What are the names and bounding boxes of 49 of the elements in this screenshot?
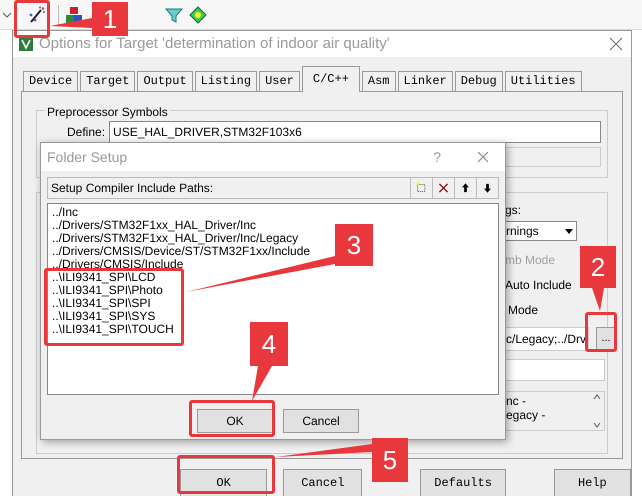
close-icon[interactable]: [477, 151, 489, 163]
path-item[interactable]: ../Drivers/CMSIS/Device/ST/STM32F1xx/Include: [52, 245, 310, 258]
path-item[interactable]: ../Drivers/STM32F1xx_HAL_Driver/Inc: [52, 219, 256, 232]
path-item[interactable]: ..\ILI9341_SPI\LCD: [52, 271, 156, 284]
path-item[interactable]: ..\ILI9341_SPI\SPI: [52, 297, 151, 310]
funnel-icon[interactable]: [165, 6, 183, 24]
dialog-button[interactable]: Cancel: [283, 409, 359, 433]
misc-controls-field[interactable]: [505, 358, 605, 381]
header-label: Setup Compiler Include Paths:: [51, 180, 214, 197]
define-field[interactable]: USE_HAL_DRIVER,STM32F103x6: [109, 120, 601, 143]
thumb-mode-label: mb Mode: [505, 252, 556, 269]
warnings-dropdown[interactable]: rnings: [505, 220, 577, 241]
include-paths-field[interactable]: c/Legacy;../Drv: [505, 326, 590, 351]
path-item[interactable]: ..\ILI9341_SPI\TOUCH: [52, 323, 174, 336]
scroll-down-icon[interactable]: [593, 422, 601, 428]
tab[interactable]: Utilities: [504, 70, 582, 91]
define-label: Define:: [67, 124, 106, 141]
close-icon[interactable]: [609, 36, 623, 51]
tab[interactable]: Linker: [398, 70, 453, 91]
dialog-button[interactable]: Help: [554, 469, 631, 496]
path-item[interactable]: ..\ILI9341_SPI\SYS: [52, 310, 156, 323]
colored-blocks-icon[interactable]: [65, 6, 83, 24]
window-title: Options for Target 'determination of indoor air quality': [39, 34, 390, 54]
warnings-label: gs:: [505, 202, 522, 219]
dialog-button[interactable]: Defaults: [420, 469, 506, 496]
auto-include-label: Auto Include: [505, 276, 572, 294]
tab[interactable]: Debug: [454, 70, 503, 91]
diamond-icon[interactable]: [189, 6, 207, 24]
tab[interactable]: Device: [23, 70, 78, 91]
highlight-frame: [585, 312, 617, 352]
tab[interactable]: User: [259, 70, 300, 91]
control-string-line: nc -: [506, 394, 528, 408]
control-string-line: egacy -: [506, 408, 546, 422]
tab[interactable]: C/C++: [302, 66, 360, 92]
tab[interactable]: Asm: [362, 70, 396, 91]
tab[interactable]: Target: [80, 70, 136, 91]
dialog-button[interactable]: OK: [197, 409, 273, 433]
dialog-button[interactable]: Cancel: [283, 469, 362, 496]
dialog-title: Folder Setup: [47, 148, 128, 167]
path-item[interactable]: ..\ILI9341_SPI\Photo: [52, 284, 163, 297]
tab[interactable]: Listing: [194, 70, 258, 91]
path-item[interactable]: ../Drivers/CMSIS/Include: [52, 258, 184, 271]
highlight-frame: [14, 0, 50, 38]
mode-label: Mode: [507, 302, 538, 319]
scroll-up-icon[interactable]: [593, 394, 601, 400]
tab[interactable]: Output: [137, 70, 193, 91]
path-item[interactable]: ../Inc: [52, 206, 78, 219]
path-item[interactable]: ../Drivers/STM32F1xx_HAL_Driver/Inc/Legacy: [52, 232, 298, 245]
magic-wand-icon[interactable]: [28, 6, 46, 24]
